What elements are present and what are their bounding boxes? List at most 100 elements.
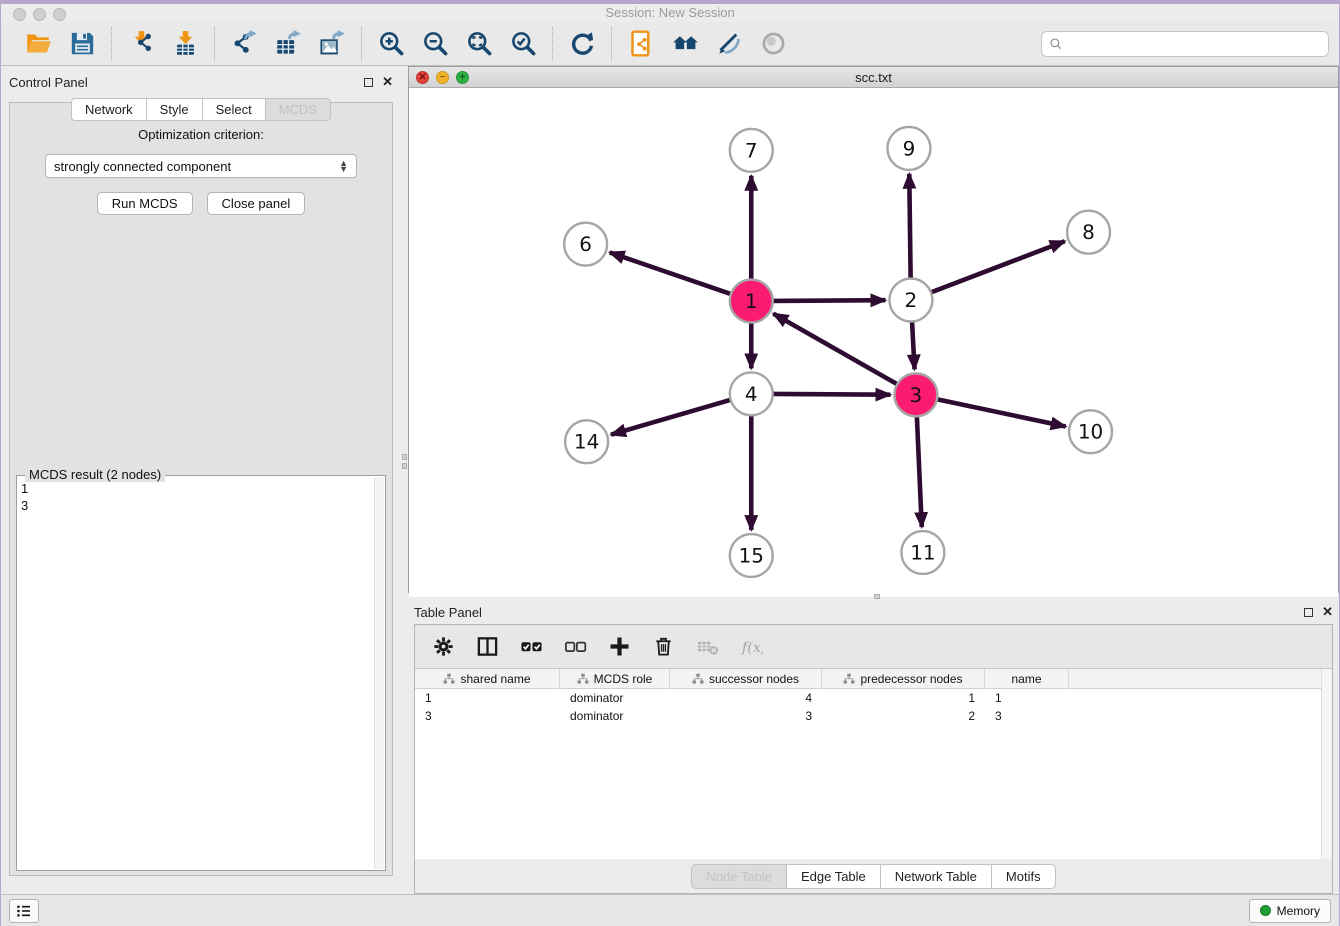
- tab-edge-table[interactable]: Edge Table: [786, 864, 880, 889]
- network-window-titlebar[interactable]: ✕ − + scc.txt: [409, 67, 1338, 88]
- gear-button[interactable]: [429, 632, 457, 662]
- network-window-title: scc.txt: [409, 70, 1338, 85]
- open-file-button[interactable]: [19, 27, 57, 61]
- mcds-result-list[interactable]: 13: [21, 478, 373, 868]
- criterion-dropdown[interactable]: strongly connected component ▲▼: [45, 154, 357, 178]
- network-canvas[interactable]: 7 9 6 8 1 2 4 3 14 10 15 11: [409, 88, 1338, 597]
- birdseye-view-button[interactable]: [754, 27, 792, 61]
- node-15[interactable]: 15: [730, 534, 773, 577]
- tab-style[interactable]: Style: [146, 98, 202, 121]
- memory-button[interactable]: Memory: [1249, 899, 1331, 923]
- node-3[interactable]: 3: [894, 373, 937, 416]
- close-panel-icon[interactable]: ✕: [382, 77, 393, 87]
- delete-column-button[interactable]: [649, 632, 677, 662]
- tab-node-table[interactable]: Node Table: [691, 864, 786, 889]
- table-float-panel-icon[interactable]: [1304, 608, 1313, 617]
- table-cell[interactable]: 1: [822, 691, 985, 707]
- table-close-panel-icon[interactable]: ✕: [1322, 607, 1333, 617]
- node-7[interactable]: 7: [730, 129, 773, 172]
- tab-select[interactable]: Select: [202, 98, 265, 121]
- apply-layout-button[interactable]: [666, 27, 704, 61]
- task-history-button[interactable]: [9, 899, 39, 923]
- zoom-out-button[interactable]: [416, 27, 454, 61]
- node-4[interactable]: 4: [730, 372, 773, 415]
- export-image-button[interactable]: [313, 27, 351, 61]
- minimize-window-button[interactable]: [33, 8, 46, 21]
- column-header-MCDS-role[interactable]: MCDS role: [560, 669, 670, 689]
- table-cell[interactable]: dominator: [560, 691, 670, 707]
- tab-network-table[interactable]: Network Table: [880, 864, 991, 889]
- zoom-selected-button[interactable]: [504, 27, 542, 61]
- table-cell[interactable]: 4: [670, 691, 822, 707]
- tab-motifs[interactable]: Motifs: [991, 864, 1056, 889]
- table-cell[interactable]: 3: [415, 709, 560, 725]
- zoom-window-button[interactable]: [53, 8, 66, 21]
- network-view-window: ✕ − + scc.txt 7 9 6 8 1 2 4 3 14 10 15 11: [408, 66, 1339, 593]
- network-close-button[interactable]: ✕: [416, 71, 429, 84]
- node-1[interactable]: 1: [730, 280, 773, 323]
- table-cell[interactable]: 3: [670, 709, 822, 725]
- column-header-predecessor-nodes[interactable]: predecessor nodes: [822, 669, 985, 689]
- select-all-button[interactable]: [517, 632, 545, 662]
- import-table-button[interactable]: [166, 27, 204, 61]
- edge-3-1[interactable]: [773, 314, 897, 385]
- edge-1-2[interactable]: [773, 300, 886, 301]
- style-preview-button[interactable]: [710, 27, 748, 61]
- edge-4-3[interactable]: [773, 394, 891, 395]
- node-2[interactable]: 2: [889, 279, 932, 322]
- table-cell[interactable]: 3: [985, 709, 1069, 725]
- edge-2-9[interactable]: [909, 174, 910, 279]
- network-minimize-button[interactable]: −: [436, 71, 449, 84]
- tab-network[interactable]: Network: [71, 98, 146, 121]
- horizontal-splitter[interactable]: [408, 593, 1339, 600]
- unselect-all-button[interactable]: [561, 632, 589, 662]
- refresh-network-button[interactable]: [563, 27, 601, 61]
- tab-mcds[interactable]: MCDS: [265, 98, 331, 121]
- node-11[interactable]: 11: [901, 531, 944, 574]
- column-header-shared-name[interactable]: shared name: [415, 669, 560, 689]
- panes-button[interactable]: [473, 632, 501, 662]
- table-row[interactable]: 1dominator411: [415, 691, 1332, 707]
- edge-2-8[interactable]: [931, 241, 1065, 292]
- import-network-button[interactable]: [122, 27, 160, 61]
- node-9[interactable]: 9: [887, 127, 930, 170]
- table-row[interactable]: 3dominator323: [415, 709, 1332, 725]
- network-maximize-button[interactable]: +: [456, 71, 469, 84]
- add-column-button[interactable]: [605, 632, 633, 662]
- column-label: predecessor nodes: [860, 672, 962, 686]
- export-network-button[interactable]: [225, 27, 263, 61]
- edge-1-6[interactable]: [610, 252, 731, 294]
- table-cell[interactable]: 1: [985, 691, 1069, 707]
- column-header-name[interactable]: name: [985, 669, 1069, 689]
- table-cell[interactable]: 1: [415, 691, 560, 707]
- column-header-successor-nodes[interactable]: successor nodes: [670, 669, 822, 689]
- criterion-label: Optimization criterion:: [10, 127, 392, 142]
- table-cell[interactable]: dominator: [560, 709, 670, 725]
- result-scrollbar[interactable]: [374, 477, 384, 869]
- vertical-splitter[interactable]: [401, 66, 408, 894]
- table-cell[interactable]: 2: [822, 709, 985, 725]
- edge-3-10[interactable]: [937, 399, 1066, 426]
- run-mcds-button[interactable]: Run MCDS: [97, 192, 193, 215]
- search-input[interactable]: [1068, 36, 1321, 51]
- zoom-in-button[interactable]: [372, 27, 410, 61]
- network-from-selection-button[interactable]: [622, 27, 660, 61]
- node-8[interactable]: 8: [1067, 211, 1110, 254]
- import-table-icon: [172, 30, 199, 57]
- float-panel-icon[interactable]: [364, 78, 373, 87]
- node-10[interactable]: 10: [1069, 410, 1112, 453]
- node-6[interactable]: 6: [564, 223, 607, 266]
- zoom-fit-button[interactable]: [460, 27, 498, 61]
- close-panel-button[interactable]: Close panel: [207, 192, 306, 215]
- edge-2-3[interactable]: [912, 321, 915, 369]
- edge-3-11[interactable]: [917, 416, 922, 527]
- search-field[interactable]: [1041, 31, 1329, 57]
- gear-icon: [432, 635, 455, 658]
- save-session-button[interactable]: [63, 27, 101, 61]
- edge-4-14[interactable]: [611, 400, 731, 435]
- node-14[interactable]: 14: [565, 420, 608, 463]
- close-window-button[interactable]: [13, 8, 26, 21]
- export-table-button[interactable]: [269, 27, 307, 61]
- table-scrollbar[interactable]: [1321, 669, 1332, 859]
- node-label: 2: [905, 288, 918, 312]
